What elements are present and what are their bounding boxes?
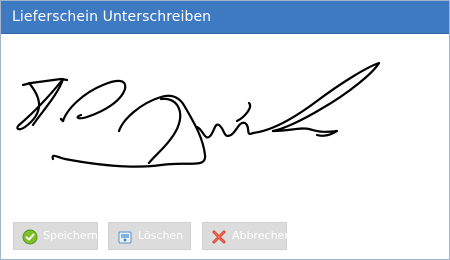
cancel-button[interactable]: Abbrechen: [202, 222, 291, 250]
cancel-button-label: Abbrechen: [232, 229, 292, 242]
clear-button-label: Löschen: [138, 229, 184, 242]
dialog-title: Lieferschein Unterschreiben: [12, 9, 212, 25]
check-circle-icon: [22, 229, 38, 245]
dialog-titlebar: Lieferschein Unterschreiben: [1, 1, 449, 34]
red-x-icon: [211, 229, 227, 245]
save-button-label: Speichern: [43, 229, 98, 242]
signature-strokes: [16, 61, 381, 168]
save-button[interactable]: Speichern: [13, 222, 98, 250]
signature-dialog: Lieferschein Unterschreiben Speichern Lö…: [0, 0, 450, 260]
eraser-icon: [117, 229, 133, 245]
clear-button[interactable]: Löschen: [108, 222, 191, 250]
signature-pad[interactable]: [1, 35, 449, 205]
